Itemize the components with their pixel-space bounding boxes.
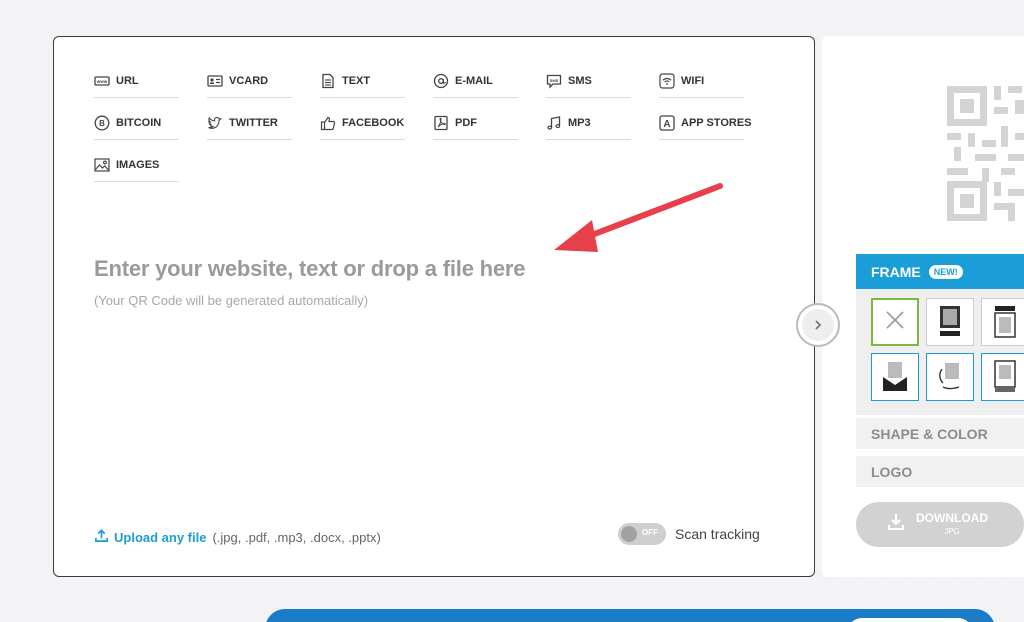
qr-type-twitter[interactable]: TWITTER (207, 109, 292, 140)
qr-type-url[interactable]: www URL (94, 67, 179, 98)
frame-option-scan-me-bottom[interactable] (981, 353, 1024, 401)
frame-option-scan-me-top[interactable] (981, 298, 1024, 346)
shape-color-section[interactable]: SHAPE & COLOR (856, 418, 1024, 449)
annotation-arrow-icon (554, 183, 723, 252)
qr-type-pdf[interactable]: PDF (433, 109, 518, 140)
frame-option-none[interactable] (871, 298, 919, 346)
frame-options-grid (856, 289, 1024, 415)
download-format: JPG (944, 526, 960, 536)
download-icon (886, 512, 906, 537)
frame-option-scan-me-dark[interactable] (926, 298, 974, 346)
logo-section[interactable]: LOGO (856, 456, 1024, 487)
qr-type-wifi[interactable]: WIFI (659, 67, 744, 98)
qr-type-label: TWITTER (229, 117, 278, 129)
frame-thumbnail-icon (939, 363, 960, 390)
www-icon: www (94, 73, 110, 89)
qr-type-label: SMS (568, 75, 592, 87)
qr-type-label: PDF (455, 117, 477, 129)
qr-type-bitcoin[interactable]: B BITCOIN (94, 109, 179, 140)
qr-type-email[interactable]: E-MAIL (433, 67, 518, 98)
qr-type-label: BITCOIN (116, 117, 162, 129)
svg-text:www: www (96, 79, 108, 84)
frame-option-envelope[interactable] (871, 353, 919, 401)
sms-icon: SMS (546, 73, 562, 89)
thumbs-up-icon (320, 115, 336, 131)
bottom-cta-bar (265, 609, 995, 622)
close-icon (884, 307, 906, 338)
vcard-icon (207, 73, 223, 89)
upload-link-label: Upload any file (114, 529, 207, 545)
twitter-bird-icon (207, 115, 223, 131)
scan-tracking-toggle[interactable]: OFF (618, 523, 666, 545)
qr-type-label: VCARD (229, 75, 269, 87)
qr-type-label: FACEBOOK (342, 117, 405, 129)
qr-type-label: E-MAIL (455, 75, 493, 87)
upload-file-types: (.jpg, .pdf, .mp3, .docx, .pptx) (212, 529, 381, 545)
qr-type-text[interactable]: TEXT (320, 67, 405, 98)
new-badge: NEW! (928, 264, 963, 279)
customize-panel: FRAME NEW! SHAPE & COLOR LOGO DOWNLOAD J… (822, 36, 1024, 577)
qr-type-images[interactable]: IMAGES (94, 151, 179, 182)
wifi-icon (659, 73, 675, 89)
input-prompt-subtitle: (Your QR Code will be generated automati… (94, 293, 369, 308)
qr-type-label: IMAGES (116, 159, 160, 171)
qr-type-label: URL (116, 75, 139, 87)
scan-tracking-control: OFF Scan tracking (618, 523, 760, 545)
qr-type-sms[interactable]: SMS SMS (546, 67, 631, 98)
expand-panel-button[interactable] (796, 303, 840, 347)
download-button[interactable]: DOWNLOAD JPG (856, 502, 1024, 547)
qr-type-facebook[interactable]: FACEBOOK (320, 109, 405, 140)
upload-row: Upload any file (.jpg, .pdf, .mp3, .docx… (94, 528, 381, 546)
qr-input-card: www URL VCARD TEXT E-MAIL SMS SMS WIFI B… (53, 36, 815, 577)
at-sign-icon (433, 73, 449, 89)
bottom-cta-button[interactable] (847, 618, 973, 622)
scan-tracking-label: Scan tracking (675, 526, 760, 542)
chevron-right-icon (802, 309, 834, 341)
music-note-icon (546, 115, 562, 131)
qr-type-label: TEXT (342, 75, 371, 87)
svg-text:B: B (99, 119, 105, 128)
input-prompt-title[interactable]: Enter your website, text or drop a file … (94, 256, 526, 282)
frame-section-label: FRAME (871, 263, 921, 280)
qr-type-label: APP STORES (681, 117, 752, 129)
upload-file-link[interactable]: Upload any file (94, 528, 206, 546)
upload-icon (94, 528, 109, 546)
frame-thumbnail-icon (883, 362, 907, 391)
qr-type-label: MP3 (568, 117, 591, 129)
frame-thumbnail-icon (994, 360, 1016, 392)
bitcoin-icon: B (94, 115, 110, 131)
download-label-group: DOWNLOAD JPG (916, 510, 988, 538)
qr-type-grid: www URL VCARD TEXT E-MAIL SMS SMS WIFI B… (94, 67, 752, 182)
qr-type-mp3[interactable]: MP3 (546, 109, 631, 140)
svg-text:SMS: SMS (550, 78, 559, 83)
frame-section-header[interactable]: FRAME NEW! (856, 254, 1024, 289)
pdf-icon (433, 115, 449, 131)
qr-code-preview (947, 86, 1024, 221)
toggle-knob (621, 526, 637, 542)
image-icon (94, 157, 110, 173)
qr-type-app-stores[interactable]: A APP STORES (659, 109, 752, 140)
frame-option-handwritten[interactable] (926, 353, 974, 401)
qr-type-label: WIFI (681, 75, 705, 87)
frame-thumbnail-icon (994, 306, 1016, 338)
app-store-icon: A (659, 115, 675, 131)
toggle-state-label: OFF (642, 528, 658, 537)
download-label: DOWNLOAD (916, 510, 988, 525)
svg-text:A: A (663, 119, 670, 130)
text-document-icon (320, 73, 336, 89)
qr-type-vcard[interactable]: VCARD (207, 67, 292, 98)
frame-thumbnail-icon (940, 306, 960, 336)
